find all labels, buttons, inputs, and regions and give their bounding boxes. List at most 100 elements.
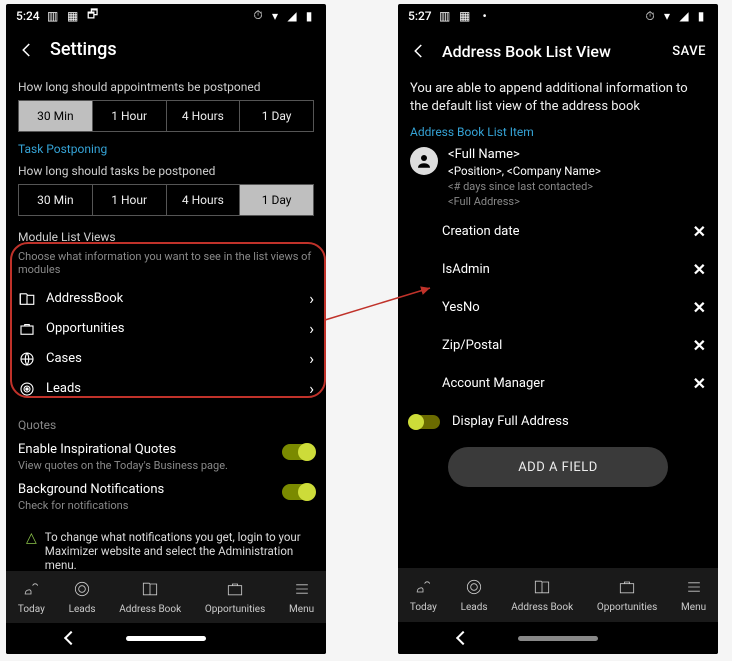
module-icon <box>18 380 36 398</box>
nav-home-pill[interactable] <box>126 636 206 641</box>
appended-field-row[interactable]: YesNo ✕ <box>410 288 706 326</box>
status-dot-icon: • <box>478 9 492 23</box>
tab-opportunities[interactable]: Opportunities <box>597 577 657 613</box>
segment-option[interactable]: 1 Hour <box>93 101 167 131</box>
add-field-button[interactable]: ADD A FIELD <box>448 447 668 487</box>
list-item-link[interactable]: Address Book List Item <box>410 125 706 139</box>
tab-menu[interactable]: Menu <box>289 579 314 615</box>
battery-icon: ▮ <box>694 9 708 23</box>
alarm-icon: ⏱ <box>643 9 657 23</box>
phone-settings: 5:24 ▥ ▦ 🗗 ⏱ ▾ ◢ ▮ Settings How long sho… <box>6 4 326 654</box>
back-icon[interactable] <box>410 42 428 60</box>
status-notif-icon: ▦ <box>66 9 80 23</box>
toggle-label: Enable Inspirational Quotes <box>18 442 314 457</box>
appended-field-row[interactable]: Zip/Postal ✕ <box>410 326 706 364</box>
page-description: You are able to append additional inform… <box>410 80 706 115</box>
module-list-item[interactable]: Leads› <box>18 374 314 404</box>
toggle-background-notifications[interactable]: Background Notifications Check for notif… <box>18 482 314 512</box>
page-title: Settings <box>50 39 117 60</box>
switch-icon[interactable] <box>282 444 314 460</box>
module-icon <box>18 350 36 368</box>
task-postponing-link[interactable]: Task Postponing <box>18 142 314 156</box>
tab-icon <box>617 577 637 600</box>
signal-icon: ◢ <box>677 9 691 23</box>
back-icon[interactable] <box>18 41 36 59</box>
tab-leads[interactable]: Leads <box>69 579 96 615</box>
switch-icon[interactable] <box>282 484 314 500</box>
tab-opportunities[interactable]: Opportunities <box>205 579 265 615</box>
module-icon <box>18 320 36 338</box>
toggle-desc: Check for notifications <box>18 499 314 512</box>
tab-label: Leads <box>69 604 96 615</box>
tab-label: Menu <box>289 604 314 615</box>
toggle-inspirational-quotes[interactable]: Enable Inspirational Quotes View quotes … <box>18 442 314 472</box>
remove-field-icon[interactable]: ✕ <box>693 222 706 241</box>
nav-home-pill[interactable] <box>518 636 598 641</box>
appended-field-row[interactable]: IsAdmin ✕ <box>410 250 706 288</box>
segment-option[interactable]: 4 Hours <box>167 185 241 215</box>
appt-question: How long should appointments be postpone… <box>18 80 314 94</box>
status-time: 5:24 <box>16 9 40 23</box>
module-label: Opportunities <box>46 321 299 336</box>
module-icon <box>18 290 36 308</box>
remove-field-icon[interactable]: ✕ <box>693 336 706 355</box>
field-label: Creation date <box>442 224 520 239</box>
appended-field-row[interactable]: Creation date ✕ <box>410 212 706 250</box>
field-label: YesNo <box>442 300 480 315</box>
appended-field-row[interactable]: Account Manager✕ <box>410 364 706 402</box>
tab-address-book[interactable]: Address Book <box>119 579 181 615</box>
tab-today[interactable]: Today <box>410 577 437 613</box>
status-notif-icon: ▦ <box>458 9 472 23</box>
module-label: Leads <box>46 381 299 396</box>
tab-icon <box>72 579 92 602</box>
wifi-icon: ▾ <box>660 9 674 23</box>
tab-today[interactable]: Today <box>18 579 45 615</box>
bottom-tab-bar: Today Leads Address Book Opportunities Menu <box>398 568 718 622</box>
segment-option[interactable]: 4 Hours <box>167 101 241 131</box>
remove-field-icon[interactable]: ✕ <box>693 260 706 279</box>
avatar-icon <box>410 147 438 175</box>
remove-field-icon[interactable]: ✕ <box>693 298 706 317</box>
tab-label: Today <box>410 602 437 613</box>
switch-icon[interactable] <box>410 415 440 429</box>
phone-listview: 5:27 ▥ ▦ • ⏱ ▾ ◢ ▮ Address Book List Vie… <box>398 4 718 654</box>
module-list-item[interactable]: Opportunities› <box>18 314 314 344</box>
field-label: Zip/Postal <box>442 338 502 353</box>
profile-name: <Full Name> <box>448 147 601 162</box>
page-title: Address Book List View <box>442 42 611 61</box>
toggle-display-full-address[interactable]: Display Full Address <box>410 414 706 429</box>
module-help: Choose what information you want to see … <box>18 250 314 276</box>
module-list-item[interactable]: AddressBook› <box>18 284 314 314</box>
tab-leads[interactable]: Leads <box>461 577 488 613</box>
nav-back-icon[interactable] <box>64 631 78 645</box>
remove-field-icon[interactable]: ✕ <box>693 374 706 393</box>
nav-back-icon[interactable] <box>456 631 470 645</box>
tab-label: Opportunities <box>597 602 657 613</box>
tab-address-book[interactable]: Address Book <box>511 577 573 613</box>
segment-option[interactable]: 1 Hour <box>93 185 167 215</box>
toggle-label: Background Notifications <box>18 482 314 497</box>
tab-icon <box>464 577 484 600</box>
tab-label: Menu <box>681 602 706 613</box>
tab-label: Opportunities <box>205 604 265 615</box>
save-button[interactable]: SAVE <box>672 44 706 59</box>
module-heading: Module List Views <box>18 230 314 244</box>
segment-option[interactable]: 1 Day <box>240 101 313 131</box>
tab-icon <box>140 579 160 602</box>
tab-label: Today <box>18 604 45 615</box>
field-label: IsAdmin <box>442 262 490 277</box>
module-list-item[interactable]: Cases› <box>18 344 314 374</box>
tab-icon <box>532 577 552 600</box>
toggle-desc: View quotes on the Today's Business page… <box>18 459 314 472</box>
task-segmented: 30 Min1 Hour4 Hours1 Day <box>18 184 314 216</box>
status-notif-icon: ▥ <box>46 9 60 23</box>
status-time: 5:27 <box>408 9 432 23</box>
segment-option[interactable]: 30 Min <box>19 101 93 131</box>
tab-label: Address Book <box>511 602 573 613</box>
tab-icon <box>413 577 433 600</box>
warning-text: To change what notifications you get, lo… <box>45 530 310 571</box>
segment-option[interactable]: 30 Min <box>19 185 93 215</box>
alarm-icon: ⏱ <box>251 9 265 23</box>
segment-option[interactable]: 1 Day <box>240 185 313 215</box>
tab-menu[interactable]: Menu <box>681 577 706 613</box>
